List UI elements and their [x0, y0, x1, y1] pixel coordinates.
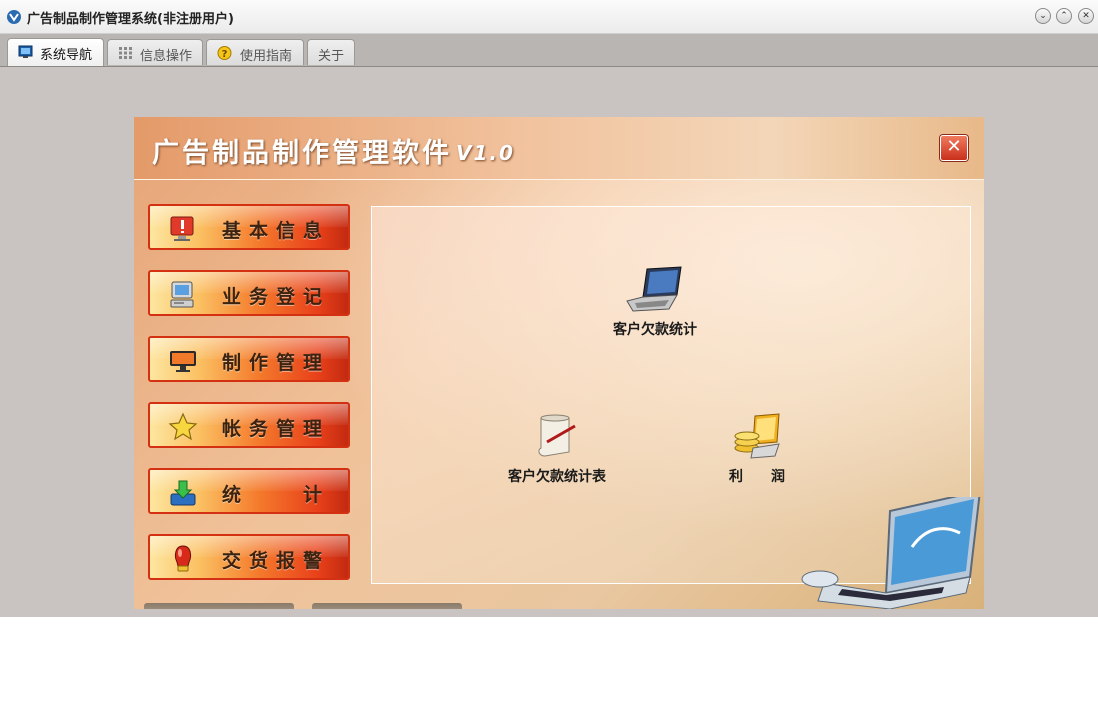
tab-bar: 系统导航 信息操作 ? 使用指南 关于: [0, 34, 1098, 67]
tab-system-nav[interactable]: 系统导航: [7, 38, 104, 66]
feature-label: 利 润: [729, 469, 785, 485]
alarm-bulb-icon: [174, 545, 192, 572]
display-icon: [170, 351, 196, 372]
grid-icon: [119, 47, 132, 59]
feature-label: 客户欠款统计表: [508, 469, 606, 485]
main-panel: 广告制品制作管理软件 V1.0 ✕ 基本信息 业务登记 制作管理 帐务管理 统 …: [134, 117, 984, 609]
panel-version: V1.0: [456, 141, 515, 165]
chevron-down-icon: ⌄: [1039, 11, 1047, 21]
menu-label: 交货报警: [222, 550, 331, 572]
feature-customer-debt-report[interactable]: 客户欠款统计表: [492, 412, 622, 486]
menu-basic-info[interactable]: 基本信息: [148, 204, 350, 250]
tab-label: 信息操作: [140, 49, 193, 64]
menu-business-register[interactable]: 业务登记: [148, 270, 350, 316]
feature-label: 客户欠款统计: [613, 322, 697, 338]
computer-icon: [170, 281, 194, 308]
window-title: 广告制品制作管理系统(非注册用户): [27, 12, 234, 27]
menu-delivery-alert[interactable]: 交货报警: [148, 534, 350, 580]
menu-label: 统 计: [222, 484, 331, 506]
app-window: 广告制品制作管理系统(非注册用户) ⌄ ⌃ ✕ 系统导航 信息操作 ? 使用指南…: [0, 0, 1098, 617]
monitor-icon: [18, 45, 33, 58]
feature-profit[interactable]: 利 润: [707, 412, 807, 486]
tab-label: 系统导航: [40, 48, 93, 63]
close-window-button[interactable]: ✕: [1078, 8, 1094, 24]
help-icon: ?: [217, 46, 232, 60]
menu-production-mgmt[interactable]: 制作管理: [148, 336, 350, 382]
coins-icon: [734, 413, 780, 459]
panel-header: 广告制品制作管理软件 V1.0 ✕: [134, 117, 984, 180]
menu-label: 基本信息: [222, 220, 331, 242]
tab-user-guide[interactable]: ? 使用指南: [206, 39, 304, 65]
menu-label: 帐务管理: [222, 418, 331, 440]
menu-statistics[interactable]: 统 计: [148, 468, 350, 514]
app-logo-icon: [7, 10, 21, 24]
tab-label: 使用指南: [240, 49, 293, 64]
feature-customer-debt-stats[interactable]: 客户欠款统计: [600, 265, 710, 339]
close-icon: ✕: [1082, 11, 1090, 21]
maximize-button[interactable]: ⌃: [1056, 8, 1072, 24]
tab-label: 关于: [318, 49, 345, 64]
tab-about[interactable]: 关于: [307, 39, 355, 65]
menu-accounts-mgmt[interactable]: 帐务管理: [148, 402, 350, 448]
menu-label: 业务登记: [222, 286, 331, 308]
download-tray-icon: [170, 480, 196, 506]
scroll-icon: [538, 414, 576, 457]
star-icon: [168, 412, 198, 441]
laptop-decoration-image: [801, 497, 981, 609]
alert-monitor-icon: [170, 216, 194, 241]
panel-title: 广告制品制作管理软件: [152, 138, 452, 169]
bottom-button-partial[interactable]: [144, 603, 294, 609]
bottom-button-partial[interactable]: [312, 603, 462, 609]
menu-label: 制作管理: [222, 352, 331, 374]
panel-close-button[interactable]: ✕: [940, 135, 968, 161]
laptop-icon: [626, 266, 682, 312]
close-icon: ✕: [946, 136, 962, 157]
svg-text:?: ?: [222, 49, 228, 60]
tab-info-ops[interactable]: 信息操作: [107, 39, 203, 65]
minimize-button[interactable]: ⌄: [1035, 8, 1051, 24]
chevron-up-icon: ⌃: [1060, 11, 1068, 21]
title-bar: 广告制品制作管理系统(非注册用户) ⌄ ⌃ ✕: [0, 0, 1098, 34]
